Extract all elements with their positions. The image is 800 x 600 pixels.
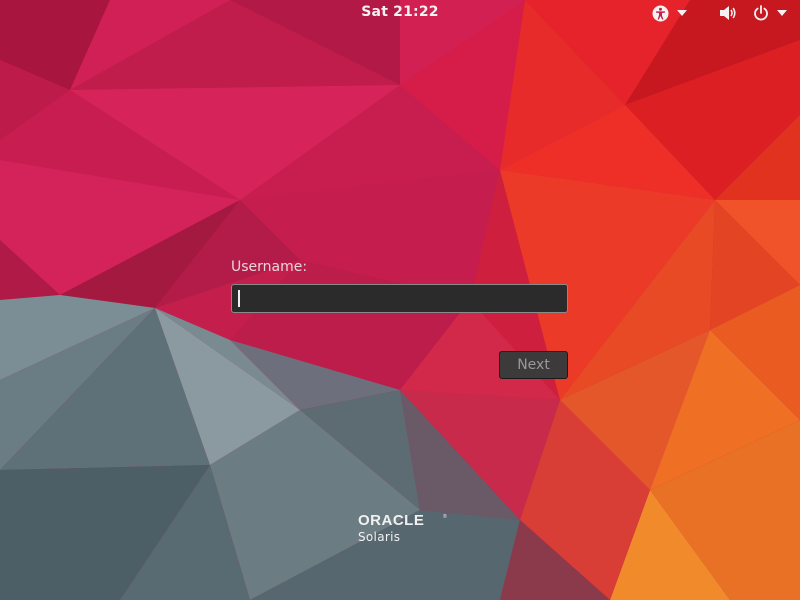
branding: ORACLE ® Solaris	[357, 512, 447, 544]
username-label: Username:	[231, 259, 308, 275]
system-menu[interactable]	[719, 4, 787, 22]
chevron-down-icon	[677, 10, 687, 16]
accessibility-menu[interactable]	[652, 4, 687, 22]
svg-text:®: ®	[443, 513, 447, 520]
chevron-down-icon	[777, 10, 787, 16]
product-name: Solaris	[358, 530, 401, 544]
power-icon	[753, 5, 769, 21]
next-button[interactable]: Next	[499, 351, 568, 379]
text-cursor	[238, 290, 240, 307]
login-screen: Sat 21:22 Username: Next ORACLE ® Solari…	[0, 0, 800, 600]
login-form: Username: Next	[231, 258, 568, 379]
top-bar: Sat 21:22	[0, 0, 800, 26]
volume-icon	[719, 5, 737, 21]
logo-text: ORACLE	[358, 512, 424, 528]
accessibility-icon	[652, 5, 669, 22]
oracle-logo: ORACLE ®	[358, 512, 447, 528]
username-input[interactable]	[231, 284, 568, 313]
